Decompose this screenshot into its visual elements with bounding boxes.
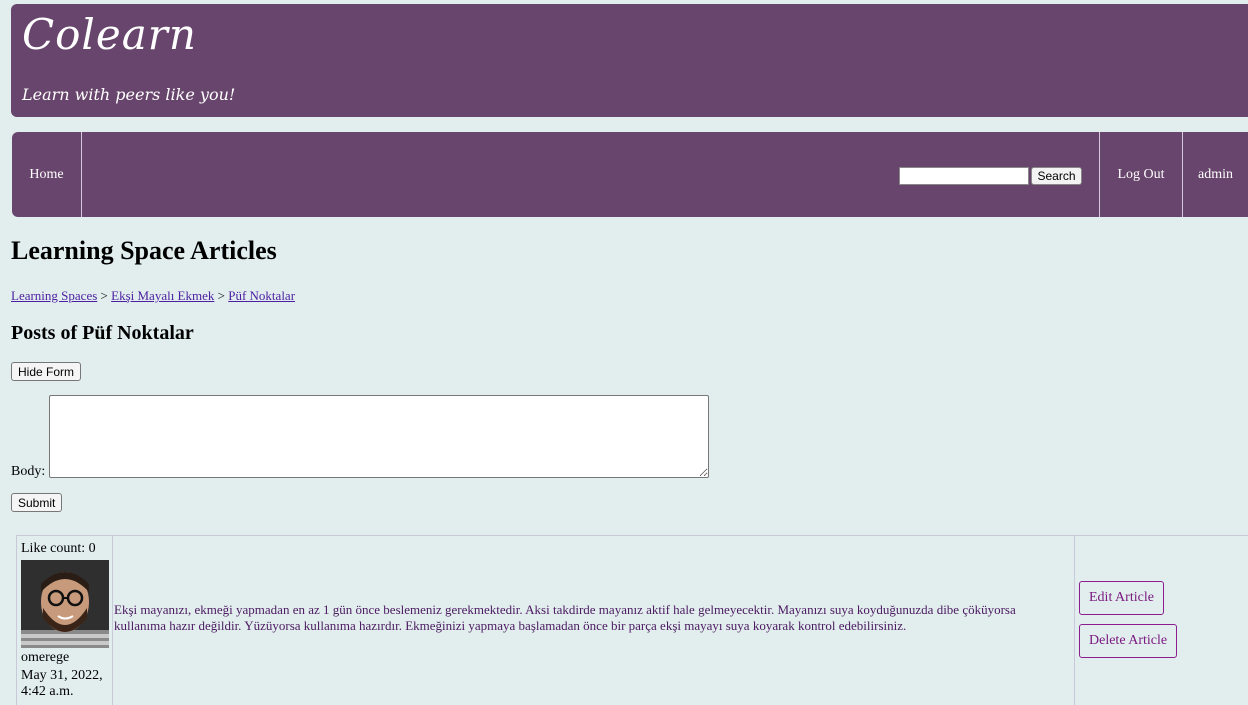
like-count: Like count: 0 (21, 541, 96, 556)
edit-article-button[interactable]: Edit Article (1079, 581, 1164, 615)
nav-logout-link[interactable]: Log Out (1099, 132, 1183, 217)
article-body: Ekşi mayanızı, ekmeği yapmadan en az 1 g… (114, 602, 1016, 633)
site-logo[interactable]: Colearn (22, 10, 197, 59)
site-tagline: Learn with peers like you! (22, 85, 236, 104)
breadcrumb-space[interactable]: Ekşi Mayalı Ekmek (111, 288, 214, 303)
section-title: Posts of Püf Noktalar (11, 322, 194, 344)
article-meta: Like count: 0 omerege May 31, 2022, 4:42… (17, 536, 113, 705)
search-button[interactable]: Search (1031, 167, 1082, 185)
article-date: May 31, 2022, 4:42 a.m. (21, 668, 103, 699)
search-input[interactable] (899, 167, 1029, 185)
site-header: Colearn Learn with peers like you! (11, 4, 1248, 117)
breadcrumb-separator: > (217, 288, 225, 303)
avatar (21, 560, 109, 648)
nav-home-link[interactable]: Home (12, 132, 82, 217)
nav-user-link[interactable]: admin (1183, 132, 1248, 217)
page-title: Learning Space Articles (11, 236, 277, 265)
breadcrumb-separator: > (100, 288, 108, 303)
body-label: Body: (11, 464, 46, 479)
author-name: omerege (21, 650, 70, 665)
hide-form-button[interactable]: Hide Form (11, 362, 82, 381)
nav-bar: Home Search Log Out admin (12, 132, 1248, 217)
article-actions: Edit Article Delete Article (1074, 536, 1248, 705)
submit-button[interactable]: Submit (11, 493, 63, 512)
breadcrumb-topic[interactable]: Püf Noktalar (228, 288, 295, 303)
breadcrumb: Learning Spaces > Ekşi Mayalı Ekmek > Pü… (11, 288, 295, 304)
breadcrumb-learning-spaces[interactable]: Learning Spaces (11, 288, 97, 303)
body-textarea[interactable] (49, 395, 709, 478)
delete-article-button[interactable]: Delete Article (1079, 624, 1178, 658)
article-row: Like count: 0 omerege May 31, 2022, 4:42… (16, 535, 1248, 705)
